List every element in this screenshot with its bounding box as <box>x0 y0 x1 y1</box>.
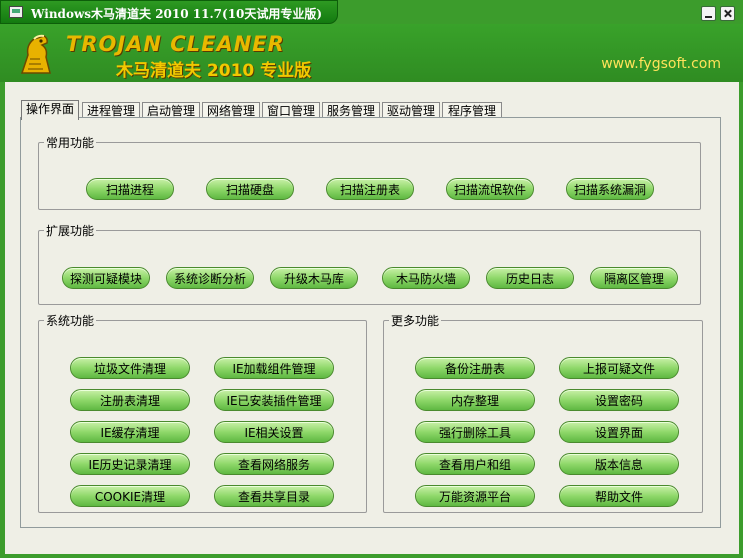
help-file-button[interactable]: 帮助文件 <box>559 485 679 507</box>
update-trojan-db-button[interactable]: 升级木马库 <box>270 267 358 289</box>
minimize-icon[interactable] <box>701 6 716 21</box>
logo-chinese-text: 木马清道夫 2010 专业版 <box>116 61 312 81</box>
force-delete-tool-button[interactable]: 强行删除工具 <box>415 421 535 443</box>
title-bar[interactable]: Windows木马清道夫 2010 11.7(10天试用专业版) <box>0 0 338 24</box>
window-title: Windows木马清道夫 2010 11.7(10天试用专业版) <box>31 7 323 21</box>
report-suspicious-file-button[interactable]: 上报可疑文件 <box>559 357 679 379</box>
group-common: 常用功能 扫描进程 扫描硬盘 扫描注册表 扫描流氓软件 扫描系统漏洞 <box>38 134 701 210</box>
scan-registry-button[interactable]: 扫描注册表 <box>326 178 414 200</box>
registry-cleanup-button[interactable]: 注册表清理 <box>70 389 190 411</box>
tab-operation[interactable]: 操作界面 <box>21 100 79 120</box>
main-window: Windows木马清道夫 2010 11.7(10天试用专业版) TROJAN … <box>0 0 743 558</box>
group-system-title: 系统功能 <box>46 314 95 328</box>
banner: TROJAN CLEANER 木马清道夫 2010 专业版 www.fygsof… <box>0 24 743 82</box>
version-info-button[interactable]: 版本信息 <box>559 453 679 475</box>
group-system: 系统功能 垃圾文件清理 IE加载组件管理 注册表清理 IE已安装插件管理 IE缓… <box>38 312 367 513</box>
detect-suspicious-module-button[interactable]: 探测可疑模块 <box>62 267 150 289</box>
scan-disk-button[interactable]: 扫描硬盘 <box>206 178 294 200</box>
scan-rogue-software-button[interactable]: 扫描流氓软件 <box>446 178 534 200</box>
operation-panel: 常用功能 扫描进程 扫描硬盘 扫描注册表 扫描流氓软件 扫描系统漏洞 扩展功能 … <box>20 117 721 528</box>
quarantine-manager-button[interactable]: 隔离区管理 <box>590 267 678 289</box>
junk-file-cleanup-button[interactable]: 垃圾文件清理 <box>70 357 190 379</box>
view-users-groups-button[interactable]: 查看用户和组 <box>415 453 535 475</box>
app-icon <box>9 6 23 18</box>
ie-addon-manager-button[interactable]: IE加载组件管理 <box>214 357 334 379</box>
group-extend-title: 扩展功能 <box>46 224 95 238</box>
view-network-services-button[interactable]: 查看网络服务 <box>214 453 334 475</box>
close-icon[interactable] <box>720 6 735 21</box>
group-more: 更多功能 备份注册表 上报可疑文件 内存整理 设置密码 强行删除工具 设置界面 … <box>383 312 703 513</box>
set-password-button[interactable]: 设置密码 <box>559 389 679 411</box>
scan-process-button[interactable]: 扫描进程 <box>86 178 174 200</box>
group-more-title: 更多功能 <box>391 314 440 328</box>
memory-cleanup-button[interactable]: 内存整理 <box>415 389 535 411</box>
ie-history-cleanup-button[interactable]: IE历史记录清理 <box>70 453 190 475</box>
ie-settings-button[interactable]: IE相关设置 <box>214 421 334 443</box>
logo-english-text: TROJAN CLEANER <box>66 32 285 56</box>
trojan-horse-logo-icon <box>20 34 51 74</box>
resource-platform-button[interactable]: 万能资源平台 <box>415 485 535 507</box>
interface-settings-button[interactable]: 设置界面 <box>559 421 679 443</box>
backup-registry-button[interactable]: 备份注册表 <box>415 357 535 379</box>
system-diagnosis-button[interactable]: 系统诊断分析 <box>166 267 254 289</box>
view-shared-folders-button[interactable]: 查看共享目录 <box>214 485 334 507</box>
trojan-firewall-button[interactable]: 木马防火墙 <box>382 267 470 289</box>
client-area: 操作界面 进程管理 启动管理 网络管理 窗口管理 服务管理 驱动管理 程序管理 … <box>5 82 739 554</box>
ie-cache-cleanup-button[interactable]: IE缓存清理 <box>70 421 190 443</box>
ie-installed-plugins-button[interactable]: IE已安装插件管理 <box>214 389 334 411</box>
cookie-cleanup-button[interactable]: COOKIE清理 <box>70 485 190 507</box>
history-log-button[interactable]: 历史日志 <box>486 267 574 289</box>
group-extend: 扩展功能 探测可疑模块 系统诊断分析 升级木马库 木马防火墙 历史日志 隔离区管… <box>38 222 701 305</box>
website-url[interactable]: www.fygsoft.com <box>601 56 721 72</box>
group-common-title: 常用功能 <box>46 136 95 150</box>
scan-system-vulnerability-button[interactable]: 扫描系统漏洞 <box>566 178 654 200</box>
